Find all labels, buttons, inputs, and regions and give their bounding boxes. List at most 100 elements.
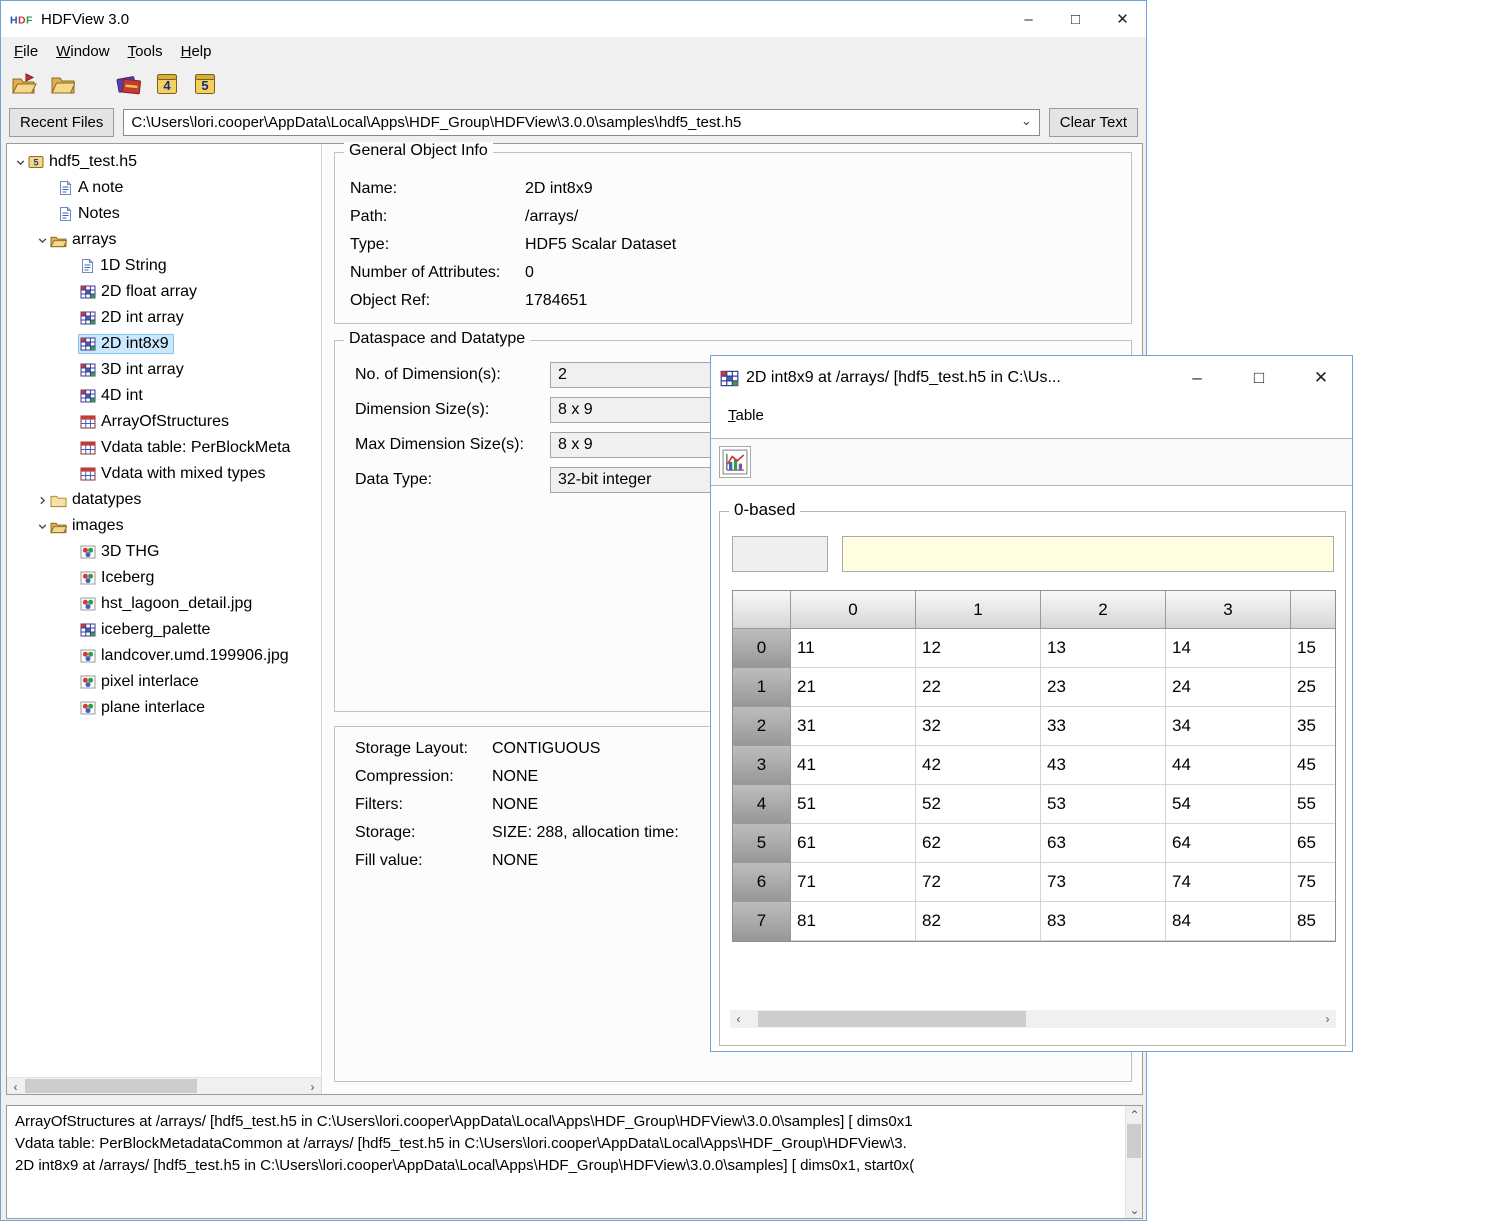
chevron-down-icon[interactable]: ⌄ bbox=[1017, 113, 1032, 129]
scroll-left-icon[interactable]: ‹ bbox=[7, 1078, 24, 1095]
tree-item-landcover-umd-199906-jpg[interactable]: landcover.umd.199906.jpg bbox=[7, 643, 321, 669]
cell-6-0[interactable]: 71 bbox=[791, 863, 916, 902]
cell-1-4[interactable]: 25 bbox=[1291, 668, 1336, 707]
cell-6-1[interactable]: 72 bbox=[916, 863, 1041, 902]
chevron-down-icon[interactable] bbox=[15, 157, 26, 168]
tree-item-body[interactable]: Iceberg bbox=[78, 568, 159, 588]
scroll-left-icon[interactable]: ‹ bbox=[730, 1010, 747, 1027]
close-button[interactable]: ✕ bbox=[1290, 356, 1352, 400]
cell-5-0[interactable]: 61 bbox=[791, 824, 916, 863]
cell-5-1[interactable]: 62 bbox=[916, 824, 1041, 863]
cell-3-2[interactable]: 43 bbox=[1041, 746, 1166, 785]
help-button[interactable] bbox=[114, 69, 144, 99]
cell-0-2[interactable]: 13 bbox=[1041, 629, 1166, 668]
cell-7-0[interactable]: 81 bbox=[791, 902, 916, 941]
cell-0-4[interactable]: 15 bbox=[1291, 629, 1336, 668]
cell-4-3[interactable]: 54 bbox=[1166, 785, 1291, 824]
cell-1-2[interactable]: 23 bbox=[1041, 668, 1166, 707]
cell-1-1[interactable]: 22 bbox=[916, 668, 1041, 707]
tree-item-2d-float-array[interactable]: 2D float array bbox=[7, 279, 321, 305]
cell-7-3[interactable]: 84 bbox=[1166, 902, 1291, 941]
column-header-1[interactable]: 1 bbox=[916, 591, 1041, 629]
row-header-1[interactable]: 1 bbox=[733, 668, 791, 707]
maximize-button[interactable]: □ bbox=[1052, 1, 1099, 37]
scroll-right-icon[interactable]: › bbox=[304, 1078, 321, 1095]
open-file-button[interactable] bbox=[10, 69, 40, 99]
menu-tools[interactable]: Tools bbox=[119, 40, 172, 63]
tree-item-body[interactable]: 2D int8x9 bbox=[78, 334, 174, 354]
hdf5-library-button[interactable]: 5 bbox=[190, 69, 220, 99]
menu-file[interactable]: File bbox=[5, 40, 47, 63]
table-hscroll-thumb[interactable] bbox=[758, 1011, 1026, 1027]
column-header-2[interactable]: 2 bbox=[1041, 591, 1166, 629]
cell-7-4[interactable]: 85 bbox=[1291, 902, 1336, 941]
tree-item-body[interactable]: Notes bbox=[56, 204, 125, 224]
cell-4-4[interactable]: 55 bbox=[1291, 785, 1336, 824]
tree-item-body[interactable]: 5hdf5_test.h5 bbox=[26, 152, 142, 172]
cell-3-4[interactable]: 45 bbox=[1291, 746, 1336, 785]
cell-3-0[interactable]: 41 bbox=[791, 746, 916, 785]
tree-item-body[interactable]: Vdata table: PerBlockMeta bbox=[78, 438, 295, 458]
tree-item-body[interactable]: iceberg_palette bbox=[78, 620, 215, 640]
tree-item-body[interactable]: plane interlace bbox=[78, 698, 210, 718]
row-header-6[interactable]: 6 bbox=[733, 863, 791, 902]
tree-item-body[interactable]: A note bbox=[56, 178, 128, 198]
row-header-7[interactable]: 7 bbox=[733, 902, 791, 941]
tree-item-body[interactable]: arrays bbox=[48, 230, 121, 250]
scroll-up-icon[interactable]: ⌃ bbox=[1126, 1106, 1143, 1123]
chevron-down-icon[interactable] bbox=[37, 521, 48, 532]
cell-3-1[interactable]: 42 bbox=[916, 746, 1041, 785]
tree-item-pixel-interlace[interactable]: pixel interlace bbox=[7, 669, 321, 695]
cell-0-3[interactable]: 14 bbox=[1166, 629, 1291, 668]
tree-item-datatypes[interactable]: datatypes bbox=[7, 487, 321, 513]
tree-item-body[interactable]: pixel interlace bbox=[78, 672, 204, 692]
tree-item-body[interactable]: 3D int array bbox=[78, 360, 189, 380]
tree-item-hst-lagoon-detail-jpg[interactable]: hst_lagoon_detail.jpg bbox=[7, 591, 321, 617]
tree-hscrollbar[interactable]: ‹ › bbox=[7, 1077, 321, 1094]
tree-item-2d-int-array[interactable]: 2D int array bbox=[7, 305, 321, 331]
scroll-down-icon[interactable]: ⌄ bbox=[1126, 1201, 1143, 1218]
tree-item-2d-int8x9[interactable]: 2D int8x9 bbox=[7, 331, 321, 357]
tree-hscroll-thumb[interactable] bbox=[25, 1079, 197, 1093]
log-vscrollbar[interactable]: ⌃ ⌄ bbox=[1125, 1106, 1142, 1218]
scroll-right-icon[interactable]: › bbox=[1319, 1010, 1336, 1027]
minimize-button[interactable]: – bbox=[1005, 1, 1052, 37]
close-button[interactable]: ✕ bbox=[1099, 1, 1146, 37]
row-header-0[interactable]: 0 bbox=[733, 629, 791, 668]
cell-3-3[interactable]: 44 bbox=[1166, 746, 1291, 785]
close-file-button[interactable] bbox=[48, 69, 78, 99]
table-corner-cell[interactable] bbox=[733, 591, 791, 629]
tree-item-3d-thg[interactable]: 3D THG bbox=[7, 539, 321, 565]
tree-item-vdata-table-perblockmeta[interactable]: Vdata table: PerBlockMeta bbox=[7, 435, 321, 461]
tree-item-body[interactable]: 1D String bbox=[78, 256, 172, 276]
column-header-0[interactable]: 0 bbox=[791, 591, 916, 629]
cell-6-4[interactable]: 75 bbox=[1291, 863, 1336, 902]
cell-2-3[interactable]: 34 bbox=[1166, 707, 1291, 746]
cell-2-1[interactable]: 32 bbox=[916, 707, 1041, 746]
cell-4-0[interactable]: 51 bbox=[791, 785, 916, 824]
chevron-down-icon[interactable] bbox=[37, 235, 48, 246]
recent-files-button[interactable]: Recent Files bbox=[9, 108, 114, 137]
tree-item-arrayofstructures[interactable]: ArrayOfStructures bbox=[7, 409, 321, 435]
table-hscrollbar[interactable]: ‹ › bbox=[730, 1010, 1336, 1028]
cell-5-3[interactable]: 64 bbox=[1166, 824, 1291, 863]
cell-1-0[interactable]: 21 bbox=[791, 668, 916, 707]
cell-0-0[interactable]: 11 bbox=[791, 629, 916, 668]
maximize-button[interactable]: □ bbox=[1228, 356, 1290, 400]
tree-item-body[interactable]: landcover.umd.199906.jpg bbox=[78, 646, 294, 666]
file-path-combo[interactable]: C:\Users\lori.cooper\AppData\Local\Apps\… bbox=[123, 109, 1039, 136]
hdf4-library-button[interactable]: 4 bbox=[152, 69, 182, 99]
log-vscroll-thumb[interactable] bbox=[1127, 1124, 1141, 1158]
cell-5-4[interactable]: 65 bbox=[1291, 824, 1336, 863]
tree-item-images[interactable]: images bbox=[7, 513, 321, 539]
tree-item-body[interactable]: Vdata with mixed types bbox=[78, 464, 271, 484]
tree-item-arrays[interactable]: arrays bbox=[7, 227, 321, 253]
cell-0-1[interactable]: 12 bbox=[916, 629, 1041, 668]
tree-item-body[interactable]: hst_lagoon_detail.jpg bbox=[78, 594, 257, 614]
cell-2-2[interactable]: 33 bbox=[1041, 707, 1166, 746]
tree-item-vdata-with-mixed-types[interactable]: Vdata with mixed types bbox=[7, 461, 321, 487]
cell-2-4[interactable]: 35 bbox=[1291, 707, 1336, 746]
tree-item-body[interactable]: 2D float array bbox=[78, 282, 202, 302]
clear-text-button[interactable]: Clear Text bbox=[1049, 108, 1138, 137]
row-header-4[interactable]: 4 bbox=[733, 785, 791, 824]
